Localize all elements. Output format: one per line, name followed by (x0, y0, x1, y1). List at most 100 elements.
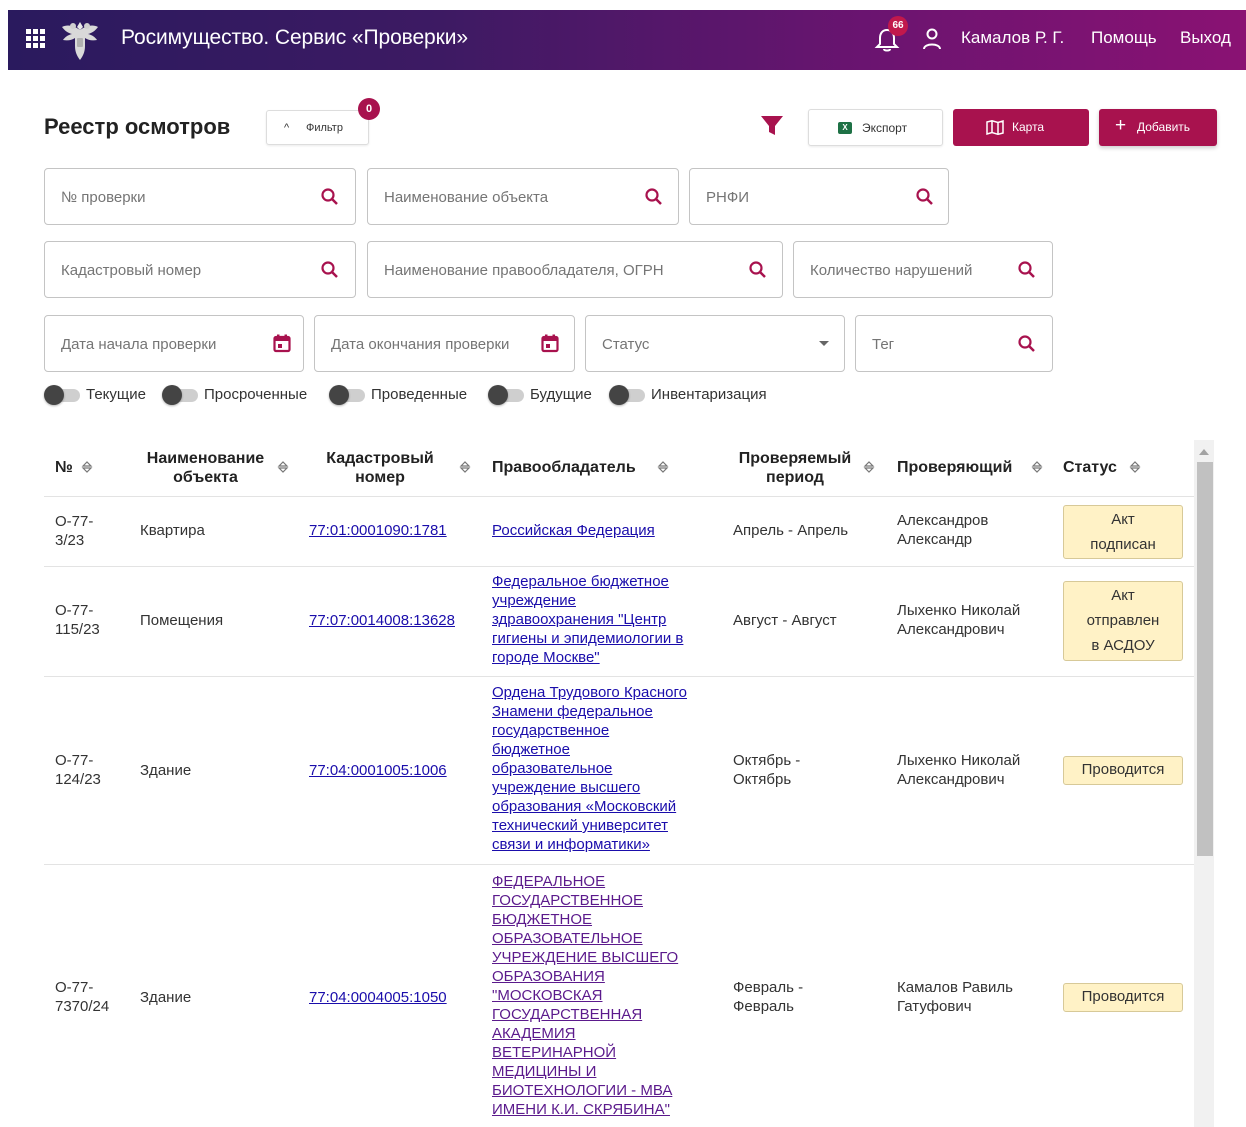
funnel-filter-icon[interactable] (760, 115, 784, 137)
sort-icon[interactable] (1129, 460, 1141, 474)
end-date-placeholder: Дата окончания проверки (331, 336, 510, 353)
col-header-cadastral[interactable]: Кадастровый номер (316, 449, 444, 487)
cadastral-number-field[interactable]: Кадастровый номер (44, 241, 356, 298)
app-title: Росимущество. Сервис «Проверки» (121, 26, 468, 49)
logout-link[interactable]: Выход (1180, 28, 1231, 48)
search-icon[interactable] (748, 260, 768, 280)
owner-link[interactable]: Ордена Трудового Красного Знамени федерал… (492, 683, 687, 854)
filter-count-badge: 0 (358, 98, 380, 120)
cell-period: Октябрь - Октябрь (733, 752, 801, 788)
cell-inspector: Лыхенко Николай Александрович (897, 602, 1021, 638)
sort-icon[interactable] (1031, 460, 1043, 474)
add-button-label: Добавить (1137, 120, 1191, 134)
cadastral-link[interactable]: 77:01:0001090:1781 (309, 521, 447, 540)
toggle-label: Инвентаризация (651, 386, 767, 403)
row-divider (44, 864, 1194, 865)
cadastral-number-placeholder: Кадастровый номер (61, 262, 202, 279)
tag-field[interactable]: Тег (855, 315, 1053, 372)
excel-icon: X (838, 122, 852, 134)
sort-icon[interactable] (657, 460, 669, 474)
sort-icon[interactable] (863, 460, 875, 474)
top-app-bar: Росимущество. Сервис «Проверки» 66 Камал… (8, 10, 1246, 70)
rnfi-placeholder: РНФИ (706, 189, 750, 206)
col-header-status[interactable]: Статус (1063, 458, 1117, 477)
user-name-link[interactable]: Камалов Р. Г. (961, 28, 1064, 48)
cadastral-link[interactable]: 77:07:0014008:13628 (309, 611, 455, 630)
col-header-owner[interactable]: Правообладатель (492, 458, 636, 477)
cell-inspector: Камалов Равиль Гатуфович (897, 979, 1013, 1015)
notification-count-badge: 66 (888, 16, 908, 36)
cell-period: Февраль - Февраль (733, 979, 804, 1015)
object-name-placeholder: Наименование объекта (384, 189, 549, 206)
map-icon (986, 120, 1004, 135)
search-icon[interactable] (644, 187, 664, 207)
violations-count-field[interactable]: Количество нарушений (793, 241, 1053, 298)
search-icon[interactable] (1017, 334, 1037, 354)
cadastral-link[interactable]: 77:04:0004005:1050 (309, 988, 447, 1007)
cell-object: Квартира (140, 522, 205, 539)
export-button-label: Экспорт (862, 121, 908, 135)
col-header-period[interactable]: Проверяемый период (732, 449, 858, 487)
toggle-knob (488, 385, 508, 405)
cell-object: Здание (140, 989, 192, 1006)
owner-link[interactable]: ФЕДЕРАЛЬНОЕ ГОСУДАРСТВЕННОЕ БЮДЖЕТНОЕ ОБРАЗ… (492, 872, 678, 1119)
filter-toggle-button[interactable]: ^ Фильтр (266, 110, 369, 145)
cell-number: О-77- 115/23 (55, 602, 100, 638)
toggle-knob (609, 385, 629, 405)
cell-period: Апрель - Апрель (733, 522, 849, 539)
page-title: Реестр осмотров (44, 114, 231, 139)
start-date-field[interactable]: Дата начала проверки (44, 315, 304, 372)
calendar-icon[interactable] (541, 334, 559, 353)
toggle-knob (44, 385, 64, 405)
toggle-label: Просроченные (204, 386, 308, 403)
chevron-down-icon (819, 341, 829, 346)
rnfi-field[interactable]: РНФИ (689, 168, 949, 225)
object-name-field[interactable]: Наименование объекта (367, 168, 679, 225)
row-divider (44, 496, 1194, 497)
double-eagle-emblem-icon (62, 22, 98, 60)
toggle-label: Будущие (530, 386, 592, 403)
search-icon[interactable] (1017, 260, 1037, 280)
apps-grid-icon[interactable] (26, 29, 46, 49)
map-button-label: Карта (1012, 120, 1045, 134)
chevron-up-icon: ^ (284, 122, 290, 134)
toggle-knob (329, 385, 349, 405)
sort-icon[interactable] (81, 460, 93, 474)
calendar-icon[interactable] (273, 334, 291, 353)
search-icon[interactable] (320, 260, 340, 280)
col-header-number[interactable]: № (55, 458, 73, 477)
col-header-object[interactable]: Наименование объекта (140, 449, 271, 487)
cell-object: Здание (140, 762, 192, 779)
start-date-placeholder: Дата начала проверки (61, 336, 217, 353)
cell-inspector: Лыхенко Николай Александрович (897, 752, 1021, 788)
cell-number: О-77- 124/23 (55, 752, 101, 788)
end-date-field[interactable]: Дата окончания проверки (314, 315, 575, 372)
cadastral-link[interactable]: 77:04:0001005:1006 (309, 761, 447, 780)
row-divider (44, 566, 1194, 567)
col-header-inspector[interactable]: Проверяющий (897, 458, 1012, 477)
violations-count-placeholder: Количество нарушений (810, 262, 973, 279)
export-button[interactable]: X Экспорт (808, 109, 943, 146)
sort-icon[interactable] (459, 460, 471, 474)
sort-icon[interactable] (277, 460, 289, 474)
scrollbar-thumb[interactable] (1197, 462, 1213, 856)
toggle-knob (162, 385, 182, 405)
cell-number: О-77- 3/23 (55, 513, 94, 549)
status-badge: Проводится (1063, 983, 1183, 1012)
inspections-table: № Наименование объекта Кадастровый номер П… (44, 440, 1194, 1127)
owner-link[interactable]: Федеральное бюджетное учреждение здравоохр… (492, 572, 683, 667)
owner-ogrn-placeholder: Наименование правообладателя, ОГРН (384, 262, 664, 279)
map-button[interactable]: Карта (953, 109, 1089, 146)
help-link[interactable]: Помощь (1091, 28, 1157, 48)
status-select[interactable]: Статус (585, 315, 845, 372)
scroll-up-arrow-icon[interactable] (1199, 449, 1209, 455)
check-number-field[interactable]: № проверки (44, 168, 356, 225)
add-button[interactable]: + Добавить (1099, 109, 1217, 146)
search-icon[interactable] (320, 187, 340, 207)
toggle-label: Проведенные (371, 386, 468, 403)
search-icon[interactable] (915, 187, 935, 207)
filter-toggle-label: Фильтр (306, 122, 343, 134)
owner-link[interactable]: Российская Федерация (492, 521, 655, 540)
owner-ogrn-field[interactable]: Наименование правообладателя, ОГРН (367, 241, 783, 298)
status-badge: Акт подписан (1063, 505, 1183, 559)
